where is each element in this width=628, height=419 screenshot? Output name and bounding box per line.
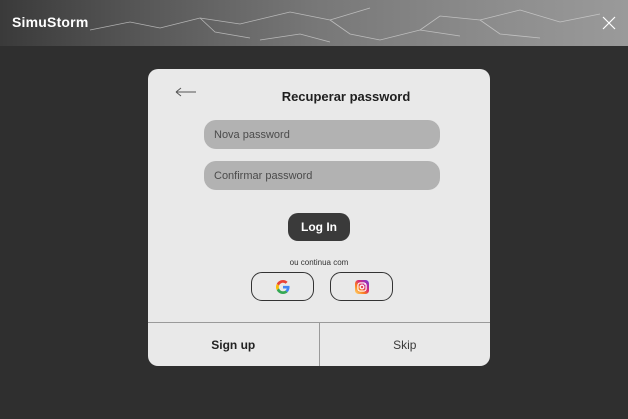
- social-divider-text: ou continua com: [289, 258, 349, 267]
- login-button[interactable]: Log In: [288, 213, 350, 241]
- google-icon: [275, 279, 290, 294]
- confirm-password-input[interactable]: [204, 161, 440, 190]
- dialog-footer: Sign up Skip: [148, 322, 490, 366]
- instagram-icon: [354, 279, 369, 294]
- close-icon[interactable]: [600, 14, 618, 32]
- google-login-button[interactable]: [251, 272, 314, 301]
- lightning-banner: [89, 7, 601, 43]
- recover-password-dialog: Recuperar password Log In ou continua co…: [148, 69, 490, 366]
- app-title: SimuStorm: [12, 14, 89, 30]
- dialog-title: Recuperar password: [281, 89, 411, 104]
- skip-button[interactable]: Skip: [320, 323, 491, 366]
- instagram-login-button[interactable]: [330, 272, 393, 301]
- signup-button[interactable]: Sign up: [148, 323, 320, 366]
- title-bar: SimuStorm: [0, 0, 628, 46]
- new-password-input[interactable]: [204, 120, 440, 149]
